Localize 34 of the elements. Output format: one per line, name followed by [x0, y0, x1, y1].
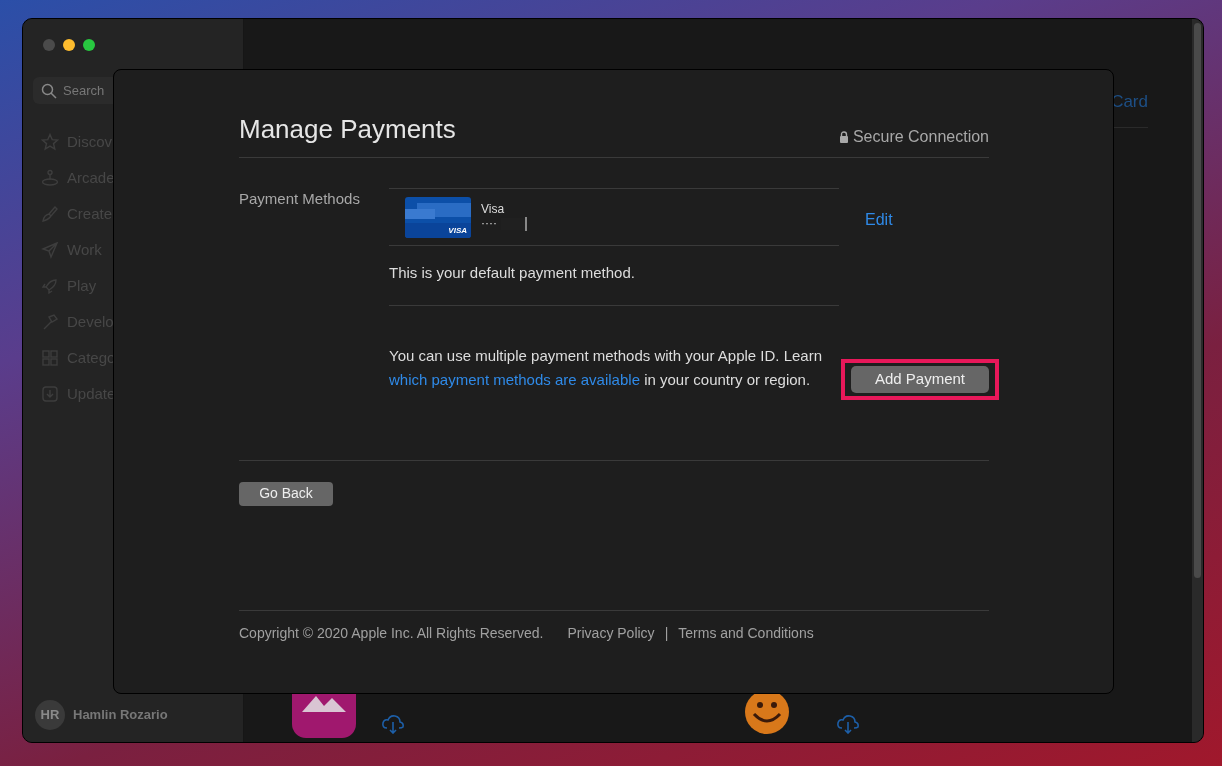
section-label: Payment Methods [239, 189, 361, 209]
dialog-title: Manage Payments [239, 113, 456, 146]
rocket-icon [41, 277, 59, 295]
card-number: ···· [481, 217, 497, 231]
card-brand: Visa [481, 203, 506, 217]
brush-icon [41, 205, 59, 223]
edit-link[interactable]: Edit [865, 208, 989, 232]
cloud-download-icon[interactable] [836, 714, 860, 734]
default-note: This is your default payment method. [389, 263, 636, 283]
download-icon [41, 385, 59, 403]
hammer-icon [41, 313, 59, 331]
add-payment-button[interactable]: Add Payment [851, 366, 989, 393]
search-icon [41, 83, 57, 99]
zoom-button[interactable] [83, 39, 95, 51]
copyright-text: Copyright © 2020 Apple Inc. All Rights Reserved. [239, 623, 544, 643]
footer-link[interactable]: Privacy Policy [567, 622, 655, 644]
go-back-button[interactable]: Go Back [239, 481, 333, 506]
user-name[interactable]: Hamlin Rozario [73, 705, 168, 725]
close-button[interactable] [43, 39, 55, 51]
link[interactable]: which payment methods are available [389, 371, 640, 388]
card-image: VISA [405, 196, 471, 238]
text-cursor-icon [525, 216, 527, 231]
joystick-icon [41, 169, 59, 187]
footer-link[interactable]: Terms and Conditions [678, 622, 814, 644]
lock-icon [838, 131, 849, 143]
user-avatar[interactable]: HR [35, 700, 65, 730]
minimize-button[interactable] [63, 39, 75, 51]
paper-plane-icon [41, 241, 59, 259]
cloud-download-icon[interactable] [381, 714, 405, 734]
separator: | [664, 623, 669, 643]
secure-connection-label: Secure Connection [852, 127, 989, 147]
info-text: You can use multiple payment methods with your Apple ID. Learn which payment methods are available in your country or region. [389, 346, 824, 390]
scrollbar[interactable] [1192, 19, 1203, 742]
star-icon [41, 133, 59, 151]
